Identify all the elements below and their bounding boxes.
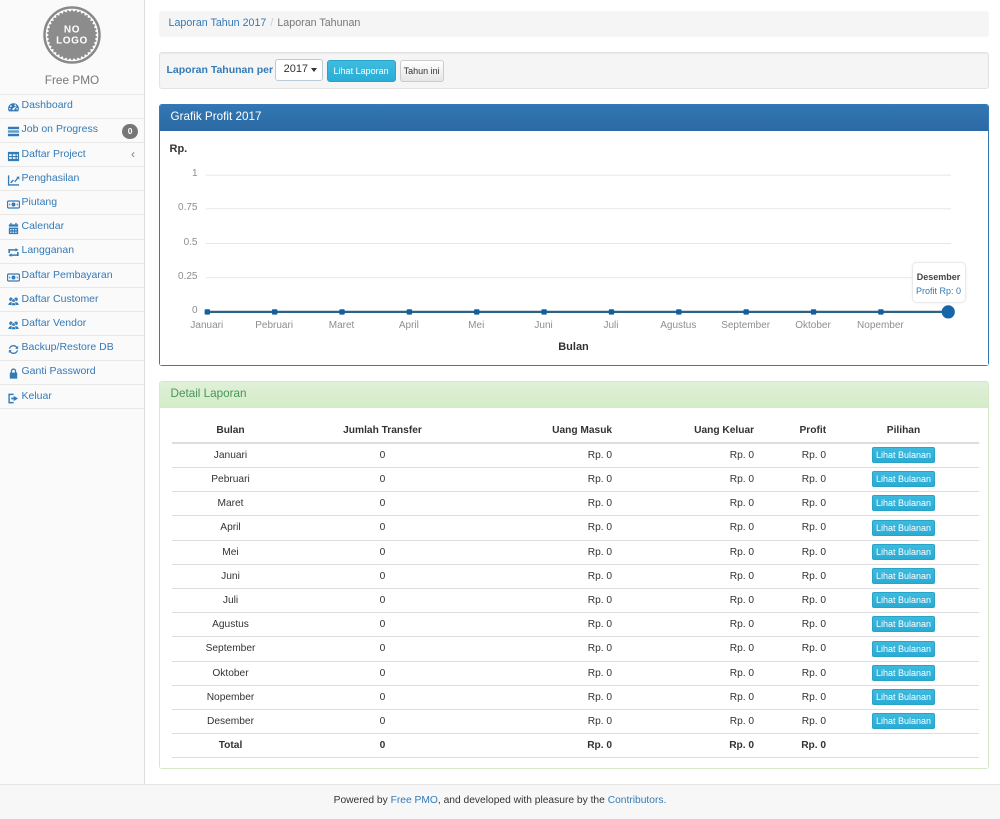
svg-text:LOGO: LOGO xyxy=(56,36,88,47)
svg-text:NO: NO xyxy=(64,25,80,36)
